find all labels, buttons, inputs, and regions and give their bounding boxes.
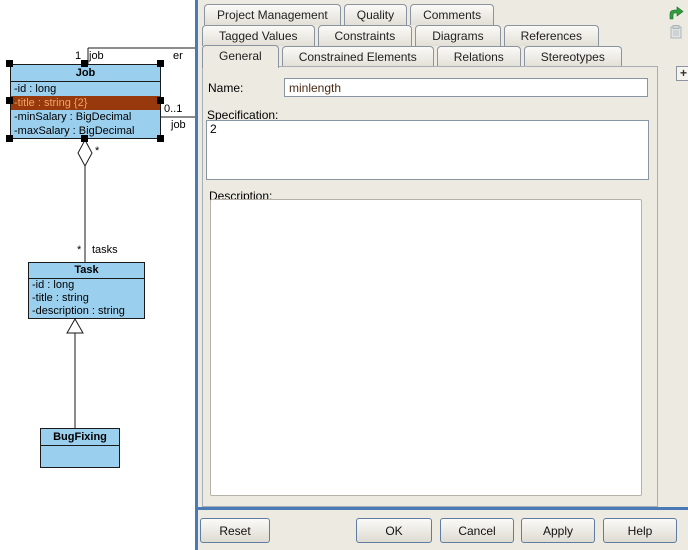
edge-multiplicity-label[interactable]: * <box>77 244 81 256</box>
class-bugfixing-empty-compartment <box>41 446 119 468</box>
tab-constrained-elements[interactable]: Constrained Elements <box>282 46 434 67</box>
button-bar-divider <box>198 507 688 510</box>
selection-handle[interactable] <box>157 135 164 142</box>
selection-handle[interactable] <box>81 135 88 142</box>
aggregation-diamond[interactable] <box>78 140 92 166</box>
class-task-name[interactable]: Task <box>29 263 144 279</box>
tab-comments[interactable]: Comments <box>410 4 494 25</box>
delete-icon[interactable] <box>668 24 684 40</box>
edge-role-label[interactable]: job <box>171 119 186 131</box>
selection-handle[interactable] <box>6 60 13 67</box>
tab-project-management[interactable]: Project Management <box>204 4 341 25</box>
tab-constraints[interactable]: Constraints <box>318 25 413 46</box>
application-window: Job -id : long -title : string {2} -minS… <box>0 0 688 550</box>
generalization-triangle[interactable] <box>67 319 83 333</box>
description-textarea[interactable] <box>210 199 642 496</box>
cancel-button[interactable]: Cancel <box>440 518 514 543</box>
edge-multiplicity-label[interactable]: * <box>95 145 99 157</box>
expand-button[interactable]: + <box>676 66 688 81</box>
ok-button[interactable]: OK <box>356 518 432 543</box>
class-job-attribute-minsalary[interactable]: -minSalary : BigDecimal <box>11 110 160 124</box>
tab-row: Tagged ValuesConstraintsDiagramsReferenc… <box>202 25 602 46</box>
class-task-attribute-id[interactable]: -id : long <box>29 279 144 292</box>
edge-role-label[interactable]: tasks <box>92 244 118 256</box>
tab-references[interactable]: References <box>504 25 599 46</box>
selection-handle[interactable] <box>6 135 13 142</box>
properties-panel: Project ManagementQualityComments Tagged… <box>198 0 688 550</box>
selection-handle[interactable] <box>157 97 164 104</box>
tab-row: Project ManagementQualityComments <box>204 4 497 25</box>
edge-role-label-clipped[interactable]: er <box>173 50 183 62</box>
split-pane-divider[interactable] <box>195 0 198 550</box>
tab-quality[interactable]: Quality <box>344 4 407 25</box>
tab-relations[interactable]: Relations <box>437 46 521 67</box>
class-job-attribute-id[interactable]: -id : long <box>11 82 160 96</box>
specification-textarea[interactable]: 2 <box>206 120 649 180</box>
selection-handle[interactable] <box>6 97 13 104</box>
class-job[interactable]: Job -id : long -title : string {2} -minS… <box>10 64 161 139</box>
class-task[interactable]: Task -id : long -title : string -descrip… <box>28 262 145 319</box>
name-label: Name: <box>208 81 243 95</box>
class-task-attribute-description[interactable]: -description : string <box>29 305 144 318</box>
selection-handle[interactable] <box>81 60 88 67</box>
tab-general[interactable]: General <box>202 45 279 68</box>
class-job-name[interactable]: Job <box>11 65 160 82</box>
edge-multiplicity-label[interactable]: 0..1 <box>164 103 182 115</box>
class-job-attribute-title-selected[interactable]: -title : string {2} <box>11 96 160 110</box>
go-up-icon[interactable] <box>668 6 684 22</box>
tab-tagged-values[interactable]: Tagged Values <box>202 25 315 46</box>
tab-row: GeneralConstrained ElementsRelationsSter… <box>202 46 625 68</box>
apply-button[interactable]: Apply <box>521 518 595 543</box>
tab-stereotypes[interactable]: Stereotypes <box>524 46 622 67</box>
tab-diagrams[interactable]: Diagrams <box>415 25 500 46</box>
selection-handle[interactable] <box>157 60 164 67</box>
class-bugfixing[interactable]: BugFixing <box>40 428 120 468</box>
name-input[interactable] <box>284 78 648 97</box>
edge-role-label[interactable]: job <box>89 50 104 62</box>
class-bugfixing-name[interactable]: BugFixing <box>41 429 119 446</box>
class-task-attribute-title[interactable]: -title : string <box>29 292 144 305</box>
help-button[interactable]: Help <box>603 518 677 543</box>
reset-button[interactable]: Reset <box>200 518 270 543</box>
